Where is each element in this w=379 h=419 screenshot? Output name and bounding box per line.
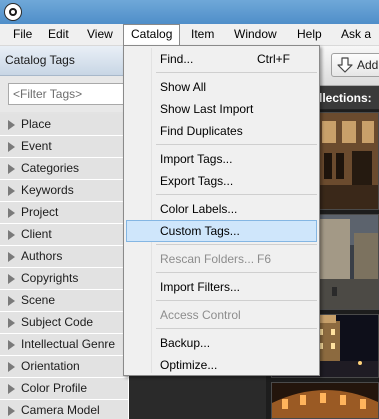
menu-item-label: Rescan Folders... bbox=[160, 252, 255, 266]
filter-area bbox=[0, 76, 128, 112]
expand-triangle-icon[interactable] bbox=[8, 340, 15, 350]
expand-triangle-icon[interactable] bbox=[8, 164, 15, 174]
menu-window[interactable]: Window bbox=[227, 24, 284, 46]
expand-triangle-icon[interactable] bbox=[8, 296, 15, 306]
tag-row-intellectual-genre[interactable]: Intellectual Genre bbox=[0, 334, 128, 356]
tag-label: Keywords bbox=[21, 183, 74, 197]
menu-separator bbox=[156, 144, 317, 145]
collections-label: llections: bbox=[319, 91, 372, 105]
tag-label: Categories bbox=[21, 161, 80, 175]
menu-view[interactable]: View bbox=[80, 24, 120, 46]
menu-item-find-duplicates[interactable]: Find Duplicates bbox=[126, 120, 317, 142]
menu-item-optimize[interactable]: Optimize... bbox=[126, 354, 317, 376]
tag-row-place[interactable]: Place bbox=[0, 114, 128, 136]
menu-item-label: Optimize... bbox=[160, 358, 218, 372]
menu-file[interactable]: File bbox=[6, 24, 39, 46]
tag-label: Color Profile bbox=[21, 381, 88, 395]
menu-item[interactable]: Item bbox=[184, 24, 221, 46]
tag-row-client[interactable]: Client bbox=[0, 224, 128, 246]
tag-row-color-profile[interactable]: Color Profile bbox=[0, 378, 128, 400]
expand-triangle-icon[interactable] bbox=[8, 186, 15, 196]
menu-item-label: Custom Tags... bbox=[160, 224, 240, 238]
menu-item-label: Backup... bbox=[160, 336, 211, 350]
tag-row-project[interactable]: Project bbox=[0, 202, 128, 224]
title-bar bbox=[0, 0, 379, 24]
menu-item-custom-tags[interactable]: Custom Tags... bbox=[126, 220, 317, 242]
menu-separator bbox=[156, 272, 317, 273]
tag-label: Subject Code bbox=[21, 315, 94, 329]
add-arrow-icon bbox=[337, 57, 353, 73]
expand-triangle-icon[interactable] bbox=[8, 384, 15, 394]
tag-label: Scene bbox=[21, 293, 56, 307]
menu-item-label: Import Tags... bbox=[160, 152, 233, 166]
expand-triangle-icon[interactable] bbox=[8, 230, 15, 240]
menu-item-shortcut: Ctrl+F bbox=[257, 52, 290, 66]
menu-item-show-last-import[interactable]: Show Last Import bbox=[126, 98, 317, 120]
expand-triangle-icon[interactable] bbox=[8, 120, 15, 130]
menu-item-label: Color Labels... bbox=[160, 202, 238, 216]
menu-item-label: Import Filters... bbox=[160, 280, 241, 294]
menu-item-label: Show Last Import bbox=[160, 102, 254, 116]
menu-separator bbox=[156, 300, 317, 301]
tag-label: Place bbox=[21, 117, 52, 131]
menu-item-label: Export Tags... bbox=[160, 174, 234, 188]
tag-label: Project bbox=[21, 205, 59, 219]
expand-triangle-icon[interactable] bbox=[8, 142, 15, 152]
tag-row-subject-code[interactable]: Subject Code bbox=[0, 312, 128, 334]
tag-row-categories[interactable]: Categories bbox=[0, 158, 128, 180]
menu-edit[interactable]: Edit bbox=[41, 24, 76, 46]
tag-label: Copyrights bbox=[21, 271, 79, 285]
menu-item-backup[interactable]: Backup... bbox=[126, 332, 317, 354]
tag-row-camera-model[interactable]: Camera Model bbox=[0, 400, 128, 419]
menu-item-export-tags[interactable]: Export Tags... bbox=[126, 170, 317, 192]
menu-item-show-all[interactable]: Show All bbox=[126, 76, 317, 98]
catalog-menu-dropdown: Find... Ctrl+F Show All Show Last Import Fin… bbox=[123, 45, 320, 376]
menu-separator bbox=[156, 194, 317, 195]
tag-row-keywords[interactable]: Keywords bbox=[0, 180, 128, 202]
menu-item-find[interactable]: Find... Ctrl+F bbox=[126, 48, 317, 70]
menu-item-label: Show All bbox=[160, 80, 207, 94]
menu-item-color-labels[interactable]: Color Labels... bbox=[126, 198, 317, 220]
menu-separator bbox=[156, 328, 317, 329]
menu-bar: File Edit View Catalog Item Window Help … bbox=[0, 24, 379, 46]
panel-title: Catalog Tags bbox=[0, 46, 128, 76]
catalog-tags-panel: Catalog Tags Place Event Categories Keyword… bbox=[0, 46, 128, 419]
tag-label: Authors bbox=[21, 249, 63, 263]
expand-triangle-icon[interactable] bbox=[8, 274, 15, 284]
add-button-label: Add bbox=[357, 58, 379, 72]
expand-triangle-icon[interactable] bbox=[8, 362, 15, 372]
filter-tags-input[interactable] bbox=[8, 83, 124, 105]
tag-row-event[interactable]: Event bbox=[0, 136, 128, 158]
tag-row-scene[interactable]: Scene bbox=[0, 290, 128, 312]
menu-separator bbox=[156, 72, 317, 73]
photo-thumbnail-arena[interactable] bbox=[271, 382, 379, 419]
menu-item-rescan-folders[interactable]: Rescan Folders... F6 bbox=[126, 248, 317, 270]
expand-triangle-icon[interactable] bbox=[8, 208, 15, 218]
menu-catalog[interactable]: Catalog bbox=[123, 24, 181, 46]
menu-item-label: Access Control bbox=[160, 308, 241, 322]
tag-label: Intellectual Genre bbox=[21, 337, 116, 351]
expand-triangle-icon[interactable] bbox=[8, 406, 15, 416]
tag-label: Event bbox=[21, 139, 52, 153]
menu-help[interactable]: Help bbox=[290, 24, 329, 46]
tag-label: Orientation bbox=[21, 359, 80, 373]
expand-triangle-icon[interactable] bbox=[8, 318, 15, 328]
app-logo-icon[interactable] bbox=[4, 3, 22, 21]
menu-item-shortcut: F6 bbox=[257, 252, 272, 266]
add-button[interactable]: Add bbox=[331, 53, 379, 77]
menu-ask[interactable]: Ask a bbox=[334, 24, 378, 46]
menu-item-import-filters[interactable]: Import Filters... bbox=[126, 276, 317, 298]
menu-separator bbox=[156, 244, 317, 245]
tag-row-orientation[interactable]: Orientation bbox=[0, 356, 128, 378]
tag-list: Place Event Categories Keywords Project Clien… bbox=[0, 114, 128, 419]
tag-row-authors[interactable]: Authors bbox=[0, 246, 128, 268]
expand-triangle-icon[interactable] bbox=[8, 252, 15, 262]
menu-item-access-control[interactable]: Access Control bbox=[126, 304, 317, 326]
menu-item-import-tags[interactable]: Import Tags... bbox=[126, 148, 317, 170]
tag-row-copyrights[interactable]: Copyrights bbox=[0, 268, 128, 290]
tag-label: Camera Model bbox=[21, 403, 100, 417]
tag-label: Client bbox=[21, 227, 52, 241]
menu-item-label: Find Duplicates bbox=[160, 124, 243, 138]
menu-item-label: Find... bbox=[160, 52, 194, 66]
